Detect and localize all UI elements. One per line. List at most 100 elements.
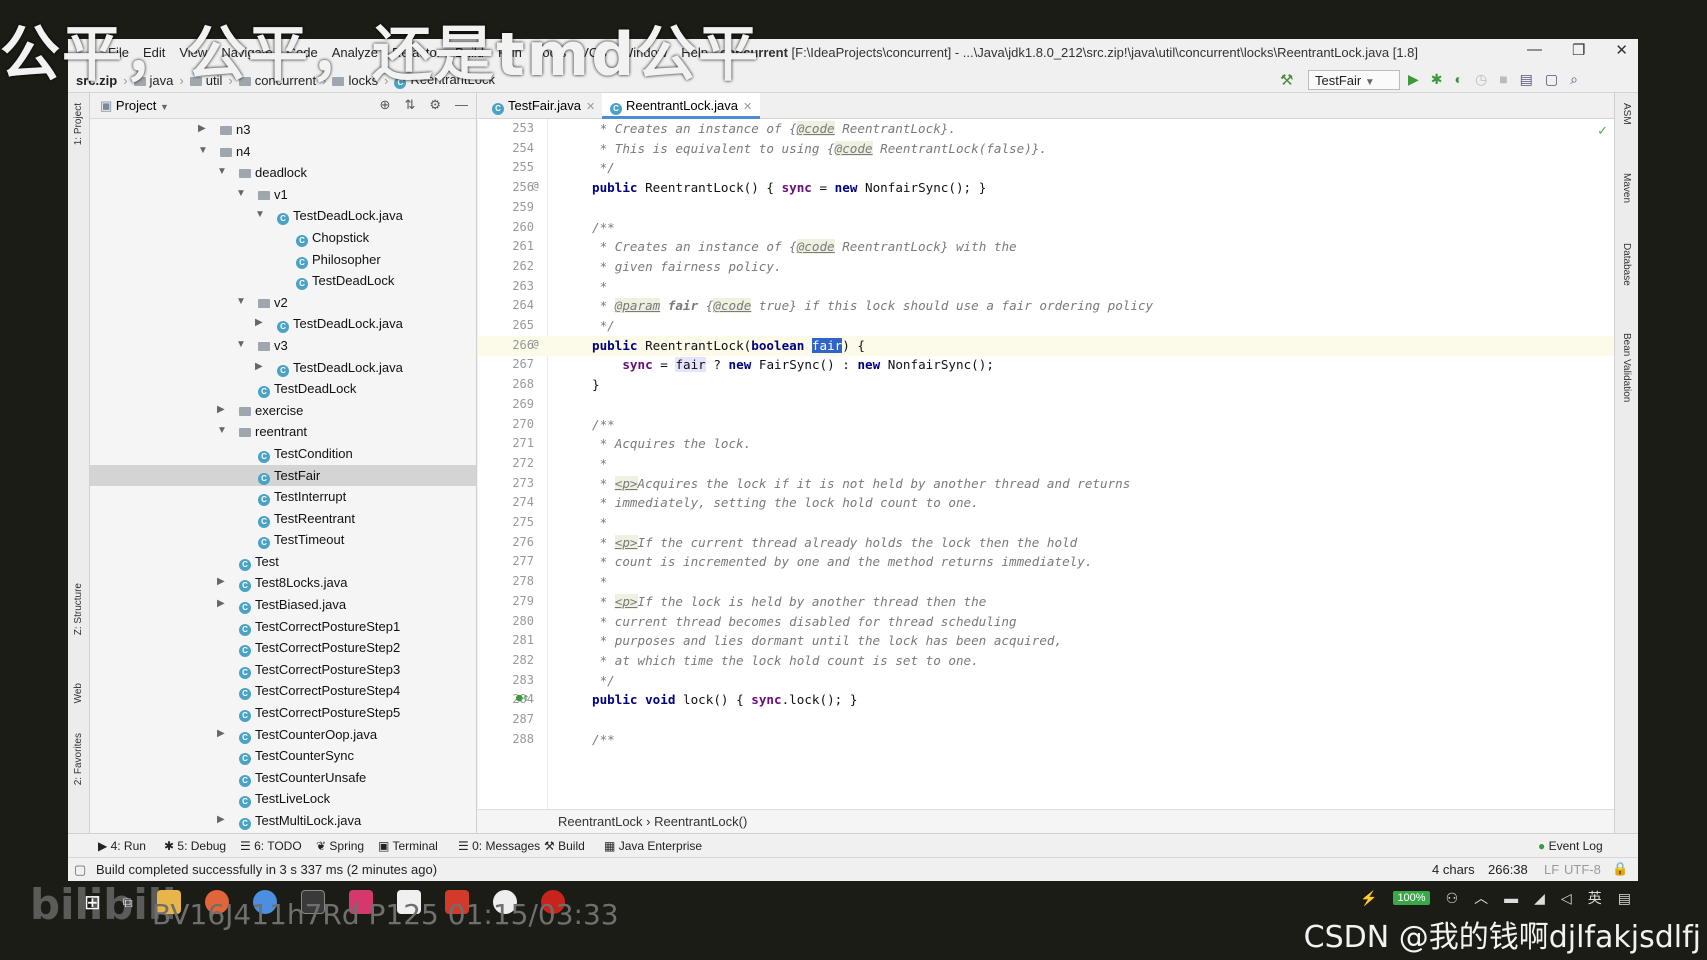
- search-icon[interactable]: ⌕: [1570, 71, 1578, 88]
- project-panel-title[interactable]: Project: [116, 98, 156, 113]
- gutter-marker-icon[interactable]: ●↑: [516, 691, 529, 704]
- code-line[interactable]: 275 *: [478, 513, 1614, 533]
- tree-item[interactable]: C TestLiveLock: [90, 788, 476, 810]
- code-line[interactable]: 270 /**: [478, 415, 1614, 435]
- maven-tool-tab[interactable]: Maven: [1621, 173, 1632, 203]
- tree-item[interactable]: C Philosopher: [90, 249, 476, 271]
- chevron-right-icon[interactable]: ▶: [217, 576, 225, 587]
- debug-icon[interactable]: ✱: [1431, 71, 1443, 88]
- structure-tool-tab[interactable]: Z: Structure: [73, 583, 84, 635]
- close-icon[interactable]: ✕: [586, 101, 595, 113]
- vcs-icon[interactable]: ▤: [1520, 71, 1533, 88]
- code-line[interactable]: 271 * Acquires the lock.: [478, 434, 1614, 454]
- tool-window-button[interactable]: ▦ Java Enterprise: [604, 839, 702, 853]
- collapse-icon[interactable]: ⇅: [404, 97, 415, 113]
- code-line[interactable]: 272 *: [478, 454, 1614, 474]
- tree-item[interactable]: C Test: [90, 551, 476, 573]
- tree-item[interactable]: ▶ exercise: [90, 400, 476, 422]
- caret-position[interactable]: 266:38: [1488, 862, 1528, 877]
- tree-item[interactable]: ▼ C TestDeadLock.java: [90, 205, 476, 227]
- tree-item[interactable]: C TestDeadLock: [90, 378, 476, 400]
- status-message[interactable]: Build completed successfully in 3 s 337 …: [96, 862, 437, 877]
- close-icon[interactable]: ✕: [743, 101, 752, 113]
- tool-window-button[interactable]: ▣ Terminal: [378, 839, 438, 853]
- people-icon[interactable]: ⚇: [1446, 890, 1459, 907]
- favorites-tool-tab[interactable]: 2: Favorites: [73, 733, 84, 785]
- tree-item[interactable]: C TestFair: [90, 464, 476, 487]
- volume-icon[interactable]: ◁: [1561, 890, 1572, 907]
- editor-tab[interactable]: C ReentrantLock.java ✕: [602, 93, 761, 119]
- tree-item[interactable]: ▼ v3: [90, 335, 476, 357]
- windows-start-icon[interactable]: ⊞: [84, 890, 101, 915]
- code-line[interactable]: 260 /**: [478, 218, 1614, 238]
- chevron-right-icon[interactable]: ▶: [217, 728, 225, 739]
- tree-item[interactable]: C TestReentrant: [90, 508, 476, 530]
- code-line[interactable]: 264 * @param fair {@code true} if this l…: [478, 296, 1614, 316]
- code-line[interactable]: 269: [478, 395, 1614, 415]
- chevron-down-icon[interactable]: ▼: [217, 425, 227, 436]
- tree-item[interactable]: C TestTimeout: [90, 529, 476, 551]
- task-view-icon[interactable]: ⧉: [123, 894, 133, 911]
- stop-icon[interactable]: ■: [1499, 71, 1507, 88]
- tree-item[interactable]: C TestCounterUnsafe: [90, 767, 476, 789]
- run-icon[interactable]: ▶: [1408, 71, 1419, 88]
- tree-item[interactable]: ▶ C TestDeadLock.java: [90, 313, 476, 335]
- chevron-right-icon[interactable]: ▶: [217, 598, 225, 609]
- network-icon[interactable]: ▬: [1504, 890, 1518, 906]
- tree-item[interactable]: C TestCorrectPostureStep4: [90, 680, 476, 702]
- maximize-button[interactable]: ❐: [1572, 41, 1585, 59]
- line-separator[interactable]: LF: [1544, 862, 1559, 877]
- tree-item[interactable]: ▶ C TestDeadLock.java: [90, 357, 476, 379]
- build-hammer-icon[interactable]: ⚒: [1280, 71, 1293, 89]
- code-line[interactable]: 256 @ public ReentrantLock() { sync = new …: [478, 178, 1614, 198]
- locate-icon[interactable]: ⊕: [380, 97, 391, 113]
- chevron-right-icon[interactable]: ▶: [217, 814, 225, 825]
- tree-item[interactable]: ▶ C Test8Locks.java: [90, 572, 476, 594]
- tool-window-button[interactable]: ☰ 6: TODO: [240, 839, 302, 853]
- tool-window-button[interactable]: ❦ Spring: [316, 839, 364, 853]
- chevron-down-icon[interactable]: ▼: [160, 102, 169, 112]
- code-line[interactable]: 255 */: [478, 158, 1614, 178]
- chevron-right-icon[interactable]: ▶: [255, 361, 263, 372]
- tree-item[interactable]: C TestCounterSync: [90, 745, 476, 767]
- code-line[interactable]: 259: [478, 198, 1614, 218]
- wifi-icon[interactable]: ◢: [1534, 890, 1545, 907]
- tree-item[interactable]: ▼ deadlock: [90, 162, 476, 184]
- chevron-down-icon[interactable]: ▼: [236, 296, 246, 307]
- asm-tool-tab[interactable]: ASM: [1621, 103, 1632, 125]
- tree-item[interactable]: C TestInterrupt: [90, 486, 476, 508]
- layout-icon[interactable]: ▢: [1545, 71, 1558, 88]
- tree-item[interactable]: C TestCondition: [90, 443, 476, 465]
- coverage-icon[interactable]: ◐: [1455, 71, 1463, 88]
- event-log-button[interactable]: ● Event Log: [1538, 839, 1603, 853]
- code-line[interactable]: 278 *: [478, 572, 1614, 592]
- chevron-up-icon[interactable]: ︿: [1474, 888, 1488, 908]
- code-line[interactable]: 279 * <p>If the lock is held by another …: [478, 592, 1614, 612]
- chevron-down-icon[interactable]: ▼: [236, 339, 246, 350]
- chevron-down-icon[interactable]: ▼: [217, 166, 227, 177]
- code-line[interactable]: 287: [478, 710, 1614, 730]
- tree-item[interactable]: ▼ n4: [90, 141, 476, 163]
- code-line[interactable]: 268}: [478, 375, 1614, 395]
- code-line[interactable]: 284 ●↑ public void lock() { sync.lock(); }: [478, 690, 1614, 710]
- run-configuration-select[interactable]: TestFair ▼: [1308, 70, 1400, 90]
- code-line[interactable]: 253 * Creates an instance of {@code Reen…: [478, 119, 1614, 139]
- code-line[interactable]: 266 @ public ReentrantLock(boolean fair) {: [478, 335, 1614, 356]
- tree-item[interactable]: ▶ C TestBiased.java: [90, 594, 476, 616]
- bean-validation-tool-tab[interactable]: Bean Validation: [1621, 333, 1632, 402]
- code-line[interactable]: 277 * count is incremented by one and th…: [478, 552, 1614, 572]
- tree-item[interactable]: C TestDeadLock: [90, 270, 476, 292]
- code-line[interactable]: 262 * given fairness policy.: [478, 257, 1614, 277]
- hide-icon[interactable]: —: [455, 97, 468, 113]
- gutter-marker-icon[interactable]: @: [532, 337, 539, 350]
- battery-indicator[interactable]: 100%: [1393, 891, 1430, 905]
- tool-window-button[interactable]: ⚒ Build: [544, 839, 585, 853]
- code-line[interactable]: 273 * <p>Acquires the lock if it is not …: [478, 474, 1614, 494]
- chevron-down-icon[interactable]: ▼: [198, 145, 208, 156]
- chevron-right-icon[interactable]: ▶: [217, 404, 225, 415]
- project-tool-tab[interactable]: 1: Project: [73, 103, 84, 145]
- code-area[interactable]: 253 * Creates an instance of {@code Reen…: [478, 119, 1614, 809]
- tool-window-button[interactable]: ✱ 5: Debug: [164, 839, 226, 853]
- tree-item[interactable]: ▶ C TestMultiLock.java: [90, 810, 476, 832]
- editor-tab[interactable]: C TestFair.java ✕: [484, 93, 603, 119]
